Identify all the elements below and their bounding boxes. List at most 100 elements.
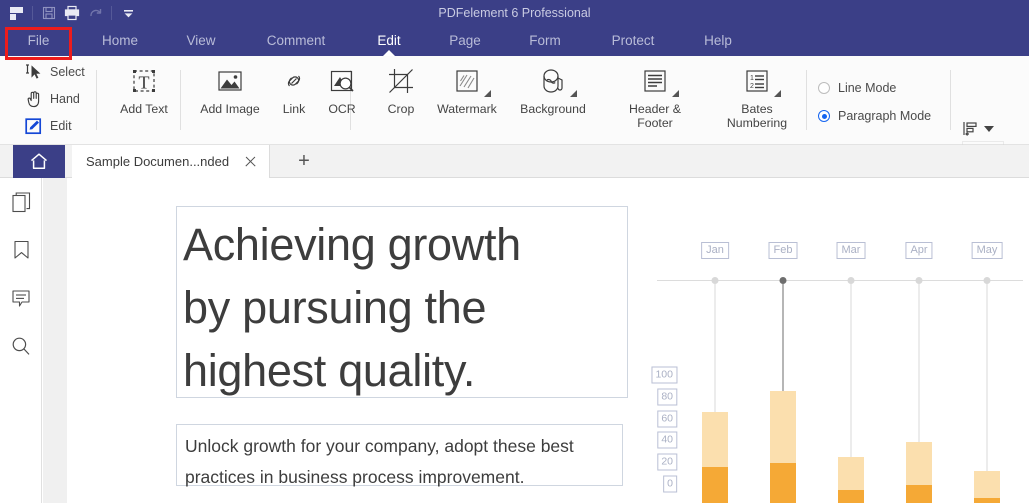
chart-stem-line [918,284,920,443]
menu-item-home[interactable]: Home [82,26,158,56]
chart-stem-line [782,284,784,392]
menu-item-protect[interactable]: Protect [592,26,674,56]
chart-bar-segment-upper [906,442,932,486]
radio-paragraph-mode[interactable]: Paragraph Mode [818,102,931,130]
dropdown-caret-icon[interactable] [563,90,577,97]
dropdown-caret-icon[interactable] [767,90,781,97]
chart-category-label: Mar [836,242,866,259]
chart-y-tick-label: 20 [657,453,677,471]
bates-numbering-icon: 12 [740,64,781,98]
tool-select[interactable]: Select [24,61,85,83]
left-sidebar [0,178,42,503]
ribbon-button-add-text[interactable]: T Add Text [105,64,183,116]
subtext-line: practices in business process improvemen… [185,467,525,487]
chart-bar[interactable] [838,456,864,503]
menu-item-view[interactable]: View [163,26,239,56]
add-image-icon [213,64,247,98]
chart-bar[interactable] [974,471,1000,503]
home-tab[interactable] [13,145,65,178]
document-tab[interactable]: Sample Documen...nded [72,145,271,178]
crop-icon [384,64,418,98]
edit-mode-radio-group: Line Mode Paragraph Mode [818,74,931,130]
subtext-text-box[interactable]: Unlock growth for your company, adopt th… [176,424,623,487]
chart-bar-segment-lower [702,466,728,503]
align-left-dropdown[interactable] [962,120,1004,137]
headline-text-box[interactable]: Achieving growth by pursuing the highest… [176,206,628,398]
dropdown-caret-icon[interactable] [477,90,491,97]
tool-hand[interactable]: Hand [24,88,85,110]
close-icon[interactable] [243,155,257,169]
document-tab-title: Sample Documen...nded [86,154,230,169]
chart-bar-segment-upper [702,411,728,467]
ribbon-button-bates-numbering[interactable]: 1 2 Bates Numbering [718,64,796,130]
chart-axis-marker-dot[interactable] [711,277,719,284]
document-tab-bar: Sample Documen...nded + [0,145,1029,178]
tool-label: Hand [50,92,80,106]
menu-item-form[interactable]: Form [508,26,582,56]
document-canvas[interactable]: Achieving growth by pursuing the highest… [43,178,1029,503]
sidebar-item-search[interactable] [0,322,42,370]
chart-axis-marker-dot[interactable] [847,277,855,284]
menu-item-help[interactable]: Help [682,26,754,56]
chart-bar[interactable] [702,411,728,503]
radio-line-mode[interactable]: Line Mode [818,74,931,102]
ribbon-button-background[interactable]: Background [514,64,592,116]
svg-text:2: 2 [750,83,754,90]
ribbon-button-label: Watermark [437,102,497,116]
svg-text:1: 1 [750,75,754,82]
ribbon-button-watermark[interactable]: Watermark [428,64,506,116]
radio-label: Line Mode [838,81,897,95]
chart-category-label: May [971,242,1003,259]
menu-item-file[interactable]: File [5,26,72,56]
menu-item-label: View [186,33,216,48]
chart-axis-marker-dot[interactable] [779,277,787,284]
sidebar-item-bookmarks[interactable] [0,226,42,274]
svg-text:T: T [139,73,150,93]
chart-stem-line [850,284,852,457]
menu-item-page[interactable]: Page [428,26,502,56]
chart-y-tick-label: 80 [657,388,677,406]
menu-item-label: File [27,33,50,48]
cursor-arrow-icon [24,63,43,82]
menu-item-label: Page [449,33,481,48]
title-bar: PDFelement 6 Professional [0,0,1029,26]
watermark-icon [450,64,491,98]
chart-bar[interactable] [906,442,932,503]
chart-bar-segment-upper [770,391,796,463]
chart-bar-segment-upper [838,456,864,490]
headline-line: highest quality. [183,345,476,396]
chart-bar[interactable] [770,391,796,503]
ribbon-button-header-footer[interactable]: Header & Footer [616,64,694,130]
ribbon-button-label: Bates Numbering [726,102,788,130]
radio-button[interactable] [818,82,830,94]
hand-icon [24,90,43,109]
menu-item-label: Comment [266,33,326,48]
menu-item-comment[interactable]: Comment [244,26,348,56]
radio-button[interactable] [818,110,830,122]
dropdown-caret-icon[interactable] [665,90,679,97]
menu-item-edit[interactable]: Edit [352,26,426,57]
window-title: PDFelement 6 Professional [438,6,591,20]
chart-y-tick-label: 100 [651,366,677,384]
ribbon-button-label: Header & Footer [629,102,681,130]
menu-bar: File Home View Comment Edit Page Form Protect He… [0,26,1029,57]
ribbon-button-label: OCR [328,102,356,116]
add-text-icon: T [127,64,161,98]
menu-item-label: Protect [611,33,655,48]
mini-tool-group: Select Hand Edit [24,61,85,137]
chart-y-tick-label: 40 [657,431,677,449]
sidebar-item-comments[interactable] [0,274,42,322]
headline-line: by pursuing the [183,282,487,333]
sidebar-item-thumbnails[interactable] [0,178,42,226]
ocr-icon [325,64,359,98]
header-footer-icon [638,64,679,98]
ribbon-button-label: Crop [387,102,415,116]
new-tab-button[interactable]: + [290,145,318,178]
chart-axis-marker-dot[interactable] [915,277,923,284]
pdf-page: Achieving growth by pursuing the highest… [67,178,1029,503]
chart-bar-segment-lower [906,485,932,503]
chart-axis-marker-dot[interactable] [983,277,991,284]
radio-label: Paragraph Mode [838,109,932,123]
chevron-down-icon [984,125,994,132]
tool-edit[interactable]: Edit [24,115,85,137]
